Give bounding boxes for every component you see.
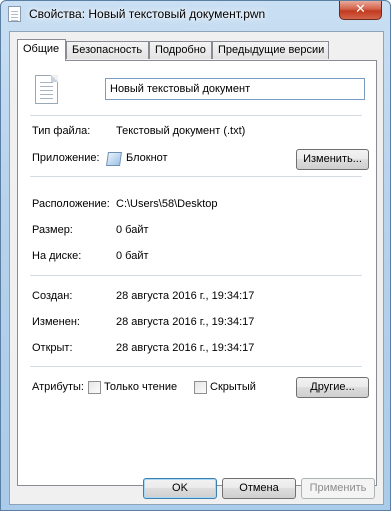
change-button[interactable]: Изменить... [296, 149, 369, 170]
divider [30, 366, 362, 367]
tab-general[interactable]: Общие [17, 39, 66, 61]
readonly-checkbox[interactable] [88, 381, 101, 394]
file-type-value: Текстовый документ (.txt) [116, 125, 246, 137]
modified-value: 28 августа 2016 г., 19:34:17 [116, 316, 255, 328]
attributes-label: Атрибуты: [32, 381, 84, 393]
disk-size-label: На диске: [32, 250, 82, 262]
tab-previous-versions[interactable]: Предыдущие версии [212, 41, 329, 59]
window-title: Свойства: Новый текстовый документ.pwn [29, 7, 266, 21]
modified-label: Изменен: [32, 316, 80, 328]
apply-button[interactable]: Применить [301, 478, 375, 499]
created-value: 28 августа 2016 г., 19:34:17 [116, 290, 255, 302]
divider [30, 275, 362, 276]
title-bar[interactable]: Свойства: Новый текстовый документ.pwn ✕ [1, 1, 390, 29]
size-label: Размер: [32, 224, 73, 236]
properties-window: Свойства: Новый текстовый документ.pwn ✕… [0, 0, 391, 511]
ok-button[interactable]: OK [143, 478, 217, 499]
close-button[interactable]: ✕ [339, 1, 382, 20]
tab-security[interactable]: Безопасность [66, 41, 149, 59]
size-value: 0 байт [116, 224, 149, 236]
opened-value: 28 августа 2016 г., 19:34:17 [116, 342, 255, 354]
app-value: Блокнот [126, 152, 168, 164]
tab-details[interactable]: Подробно [149, 41, 212, 59]
readonly-label[interactable]: Только чтение [104, 381, 177, 393]
dialog-client: Общие Безопасность Подробно Предыдущие в… [9, 31, 384, 505]
hidden-checkbox[interactable] [194, 381, 207, 394]
file-type-label: Тип файла: [32, 125, 91, 137]
text-file-icon [8, 6, 21, 22]
divider [30, 115, 362, 116]
app-label: Приложение: [32, 152, 100, 164]
hidden-label[interactable]: Скрытый [210, 381, 256, 393]
location-label: Расположение: [32, 198, 110, 210]
text-document-icon [35, 75, 58, 104]
disk-size-value: 0 байт [116, 250, 149, 262]
general-panel: Тип файла: Текстовый документ (.txt) При… [17, 60, 377, 486]
created-label: Создан: [32, 290, 73, 302]
opened-label: Открыт: [32, 342, 73, 354]
notepad-icon [106, 152, 122, 166]
location-value: C:\Users\58\Desktop [116, 198, 218, 210]
cancel-button[interactable]: Отмена [222, 478, 296, 499]
divider [30, 176, 362, 177]
other-attributes-button[interactable]: Другие... [296, 377, 369, 398]
file-name-input[interactable] [105, 78, 365, 100]
